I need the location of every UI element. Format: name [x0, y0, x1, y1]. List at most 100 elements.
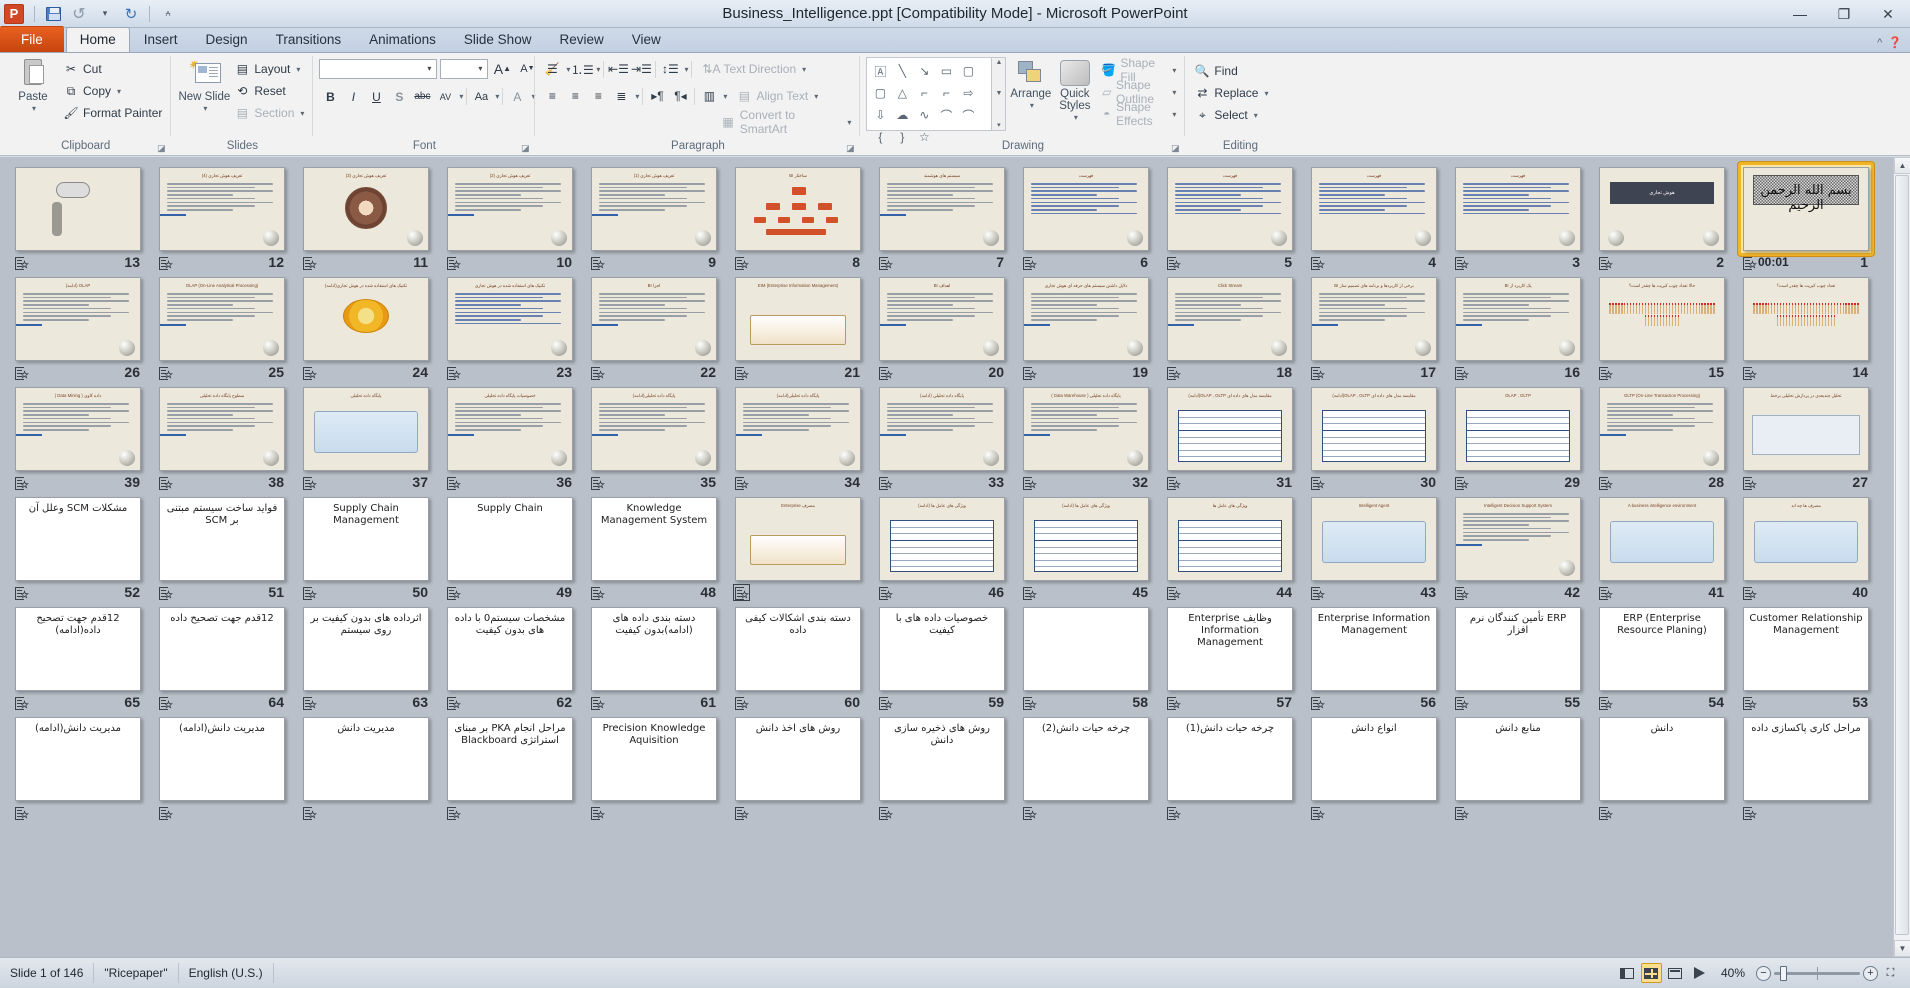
slide-thumbnail-cell[interactable]: تحلیل چندبعدی در پردازش تحلیلی برخط ☆ 27: [1734, 383, 1878, 493]
right-arrow-shape-icon[interactable]: ⇨: [957, 82, 979, 104]
slide-thumbnail-cell[interactable]: مراحل انجام PKA بر مبنای استراتژی Blackb…: [438, 713, 582, 823]
chevron-down-icon[interactable]: ▾: [495, 92, 499, 101]
font-name-input[interactable]: ▾: [319, 58, 438, 79]
slide-thumbnail-cell[interactable]: فواید ساخت سیستم مبتنی بر SCM ☆ 51: [150, 493, 294, 603]
transition-icon[interactable]: ☆: [303, 366, 317, 380]
shape-effects-button[interactable]: ◓ Shape Effects ▾: [1098, 100, 1179, 128]
slide-thumbnail[interactable]: فواید ساخت سیستم مبتنی بر SCM: [159, 497, 285, 581]
select-button[interactable]: ⌖ Select ▾: [1191, 104, 1271, 126]
slide-thumbnail-cell[interactable]: فهرست ☆ 4: [1302, 163, 1446, 273]
transition-icon[interactable]: ☆: [1167, 476, 1181, 490]
slide-thumbnail-cell[interactable]: تکنیک های استفاده شده در هوش تجاری(ادامه…: [294, 273, 438, 383]
slide-thumbnail[interactable]: وظایف Enterprise Information Management: [1167, 607, 1293, 691]
slide-thumbnail-cell[interactable]: یک کاربرد از BI ☆ 16: [1446, 273, 1590, 383]
slide-thumbnail-cell[interactable]: برخی از کاربردها و برنامه های تصمیم ساز …: [1302, 273, 1446, 383]
slide-thumbnail-cell[interactable]: داده کاوی ( Data Mining ) ☆ 39: [6, 383, 150, 493]
normal-view-button[interactable]: [1617, 963, 1638, 983]
slide-thumbnail[interactable]: خصوصیات داده های با کیفیت: [879, 607, 1005, 691]
slide-thumbnail-cell[interactable]: Intelligent Decision Support System ☆ 42: [1446, 493, 1590, 603]
slide-thumbnail-cell[interactable]: خصوصیات پایگاه داده تحلیلی ☆ 36: [438, 383, 582, 493]
transition-icon[interactable]: ☆: [1455, 586, 1469, 600]
slide-thumbnail[interactable]: مدیریت دانش(ادامه): [159, 717, 285, 801]
slide-thumbnail[interactable]: مقایسه مدل های داده ای OLAP , OLTP(ادامه…: [1167, 387, 1293, 471]
slide-thumbnail-cell[interactable]: مقایسه مدل های داده ای OLAP , OLTP(ادامه…: [1158, 383, 1302, 493]
transition-icon[interactable]: ☆: [591, 366, 605, 380]
transition-icon[interactable]: ☆: [1455, 366, 1469, 380]
transition-icon[interactable]: ☆: [735, 696, 749, 710]
slide-thumbnail[interactable]: فهرست: [1167, 167, 1293, 251]
slide-thumbnail-cell[interactable]: مشکلات SCM وعلل آن ☆ 52: [6, 493, 150, 603]
character-spacing-button[interactable]: AV: [434, 86, 456, 107]
slide-thumbnail[interactable]: Precision Knowledge Aquisition: [591, 717, 717, 801]
slide-thumbnail[interactable]: تعریف هوش تجاری (4): [159, 167, 285, 251]
slide-thumbnail-cell[interactable]: OLAP (ادامه) ☆ 26: [6, 273, 150, 383]
transition-icon[interactable]: ☆: [1311, 256, 1325, 270]
chevron-down-icon[interactable]: ▾: [723, 92, 727, 101]
transition-icon[interactable]: ☆: [1743, 366, 1757, 380]
slide-indicator[interactable]: Slide 1 of 146: [0, 963, 95, 983]
clipboard-dialog-launcher[interactable]: ◪: [155, 142, 167, 154]
slide-thumbnail-cell[interactable]: Intelligent Agent ☆ 43: [1302, 493, 1446, 603]
slide-thumbnail-cell[interactable]: ساختار BI ☆ 8: [726, 163, 870, 273]
slide-thumbnail[interactable]: تعریف هوش تجاری (2): [447, 167, 573, 251]
slide-thumbnail-cell[interactable]: ویژگی های عامل ها (ادامه) ☆ 46: [870, 493, 1014, 603]
powerpoint-logo-icon[interactable]: P: [4, 3, 24, 24]
transition-icon[interactable]: ☆: [591, 586, 605, 600]
textbox-shape-icon[interactable]: 🄰: [869, 60, 891, 82]
transition-icon[interactable]: ☆: [159, 476, 173, 490]
slide-thumbnail[interactable]: چرخه حیات دانش(2): [1023, 717, 1149, 801]
slide-thumbnail-cell[interactable]: تعریف هوش تجاری (3) ☆ 11: [294, 163, 438, 273]
bullets-button[interactable]: ☰: [541, 59, 563, 80]
slide-thumbnail-cell[interactable]: سطوح پایگاه داده تحلیلی ☆ 38: [150, 383, 294, 493]
transition-icon[interactable]: ☆: [303, 476, 317, 490]
transition-icon[interactable]: ☆: [1455, 256, 1469, 270]
transition-icon[interactable]: ☆: [15, 476, 29, 490]
slide-sorter-pane[interactable]: ☆ 13 تعریف هوش تجاری (4) ☆ 12 تعریف هوش تجاری…: [0, 157, 1910, 957]
slide-thumbnail[interactable]: Supply Chain: [447, 497, 573, 581]
slide-thumbnail[interactable]: اثرداده های بدون کیفیت بر روی سیستم: [303, 607, 429, 691]
paragraph-dialog-launcher[interactable]: ◪: [844, 142, 856, 154]
scroll-down-icon[interactable]: ▼: [995, 90, 1002, 97]
format-painter-button[interactable]: 🖌 Format Painter: [60, 102, 165, 124]
minimize-ribbon-icon[interactable]: ^: [1877, 37, 1882, 49]
slide-thumbnail[interactable]: سطوح پایگاه داده تحلیلی: [159, 387, 285, 471]
rtl-button[interactable]: ¶◂: [669, 86, 691, 107]
triangle-shape-icon[interactable]: △: [891, 82, 913, 104]
slide-thumbnail[interactable]: 12قدم جهت تصحیح داده: [159, 607, 285, 691]
chevron-down-icon[interactable]: ▾: [566, 65, 570, 74]
shapes-more-icon[interactable]: ▾: [997, 121, 1001, 129]
slide-thumbnail[interactable]: مقایسه مدل های داده ای OLAP , OLTP(ادامه…: [1311, 387, 1437, 471]
slide-thumbnail-cell[interactable]: فهرست ☆ 3: [1446, 163, 1590, 273]
transition-icon[interactable]: ☆: [591, 696, 605, 710]
slide-thumbnail-cell[interactable]: Supply Chain Management ☆ 50: [294, 493, 438, 603]
slide-thumbnail[interactable]: منابع دانش: [1455, 717, 1581, 801]
columns-button[interactable]: ▥: [698, 86, 720, 107]
slide-thumbnail[interactable]: مراحل کاری پاکسازی داده: [1743, 717, 1869, 801]
slide-thumbnail[interactable]: ویژگی های عامل ها: [1167, 497, 1293, 581]
slide-thumbnail-cell[interactable]: ERP تأمین کنندگان نرم افزار ☆ 55: [1446, 603, 1590, 713]
reset-button[interactable]: ⟲ Reset: [231, 80, 307, 102]
help-icon[interactable]: ❓: [1888, 36, 1902, 49]
transition-icon[interactable]: ☆: [879, 476, 893, 490]
change-case-button[interactable]: Aa: [470, 86, 492, 107]
chevron-down-icon[interactable]: ▾: [459, 92, 463, 101]
slide-thumbnail[interactable]: تکنیک های استفاده شده در هوش تجاری: [447, 277, 573, 361]
save-icon[interactable]: [42, 3, 64, 25]
slide-thumbnail[interactable]: دلایل داشتن سیستم های حرفه ای هوش تجاری: [1023, 277, 1149, 361]
transition-icon[interactable]: ☆: [15, 806, 29, 820]
slide-thumbnail[interactable]: Intelligent Decision Support System: [1455, 497, 1581, 581]
transition-icon[interactable]: ☆: [447, 696, 461, 710]
slide-thumbnail[interactable]: مدیریت دانش: [303, 717, 429, 801]
transition-icon[interactable]: ☆: [303, 696, 317, 710]
minimize-button[interactable]: —: [1778, 0, 1822, 28]
scroll-up-icon[interactable]: ▲: [995, 59, 1002, 66]
slide-thumbnail[interactable]: Click Stream: [1167, 277, 1293, 361]
transition-icon[interactable]: ☆: [15, 256, 29, 270]
slide-thumbnail[interactable]: پایگاه داده تحلیلی(ادامه): [735, 387, 861, 471]
transition-icon[interactable]: ☆: [591, 476, 605, 490]
slide-thumbnail[interactable]: دانش: [1599, 717, 1725, 801]
elbow-arrow-icon[interactable]: ⌐: [935, 82, 957, 104]
undo-icon[interactable]: ↺: [68, 3, 90, 25]
slide-thumbnail[interactable]: (Enterprise Information Management) EIM: [735, 277, 861, 361]
slide-thumbnail[interactable]: پایگاه داده تحلیلی (ادامه): [879, 387, 1005, 471]
